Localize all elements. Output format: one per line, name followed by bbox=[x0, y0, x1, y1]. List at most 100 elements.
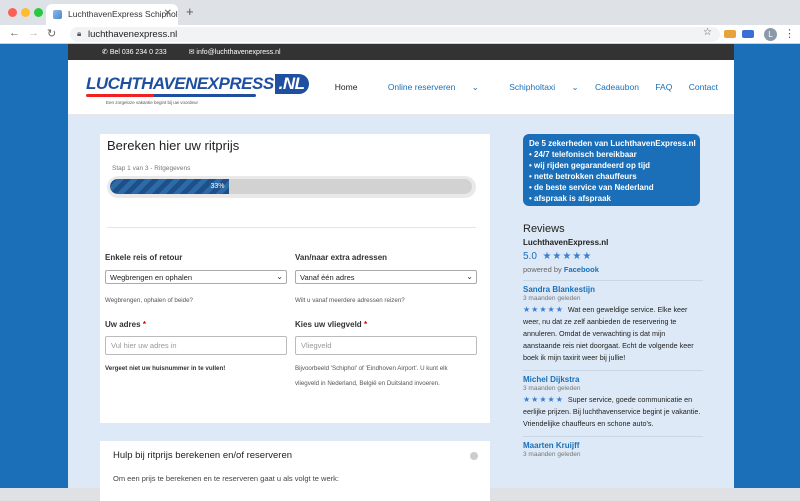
bookmark-star-icon[interactable]: ☆ bbox=[703, 27, 712, 38]
tab-close-icon[interactable]: ✕ bbox=[164, 8, 172, 19]
your-address-label: Uw adres * bbox=[105, 320, 146, 329]
reviewer-name[interactable]: Sandra Blankestijn bbox=[523, 285, 703, 294]
usp-item: • nette betrokken chauffeurs bbox=[529, 172, 637, 181]
rating-score: 5.0 bbox=[523, 251, 537, 262]
usp-item: • wij rijden gegarandeerd op tijd bbox=[529, 161, 651, 170]
logo-suffix: .NL bbox=[274, 74, 309, 94]
reload-icon[interactable]: ↻ bbox=[47, 27, 56, 40]
lock-icon: 🔒︎ bbox=[77, 29, 82, 38]
help-accordion[interactable]: Hulp bij ritprijs berekenen en/of reserv… bbox=[100, 441, 490, 501]
trip-type-select[interactable]: Wegbrengen en ophalen ⌄ bbox=[105, 270, 287, 284]
nav-online-reserveren[interactable]: Online reserveren ⌄ bbox=[374, 82, 479, 92]
reviews-company: LuchthavenExpress.nl bbox=[523, 238, 609, 247]
trip-type-label: Enkele reis of retour bbox=[105, 253, 183, 262]
airport-label-text: Kies uw vliegveld bbox=[295, 320, 362, 329]
reviewer-name[interactable]: Michel Dijkstra bbox=[523, 375, 703, 384]
browser-window: LuchthavenExpress Schiphol t ✕ + ← → ↻ 🔒… bbox=[0, 0, 800, 501]
address-bar[interactable]: 🔒︎ luchthavenexpress.nl ☆ bbox=[70, 27, 720, 42]
review-item: Maarten Kruijff 3 maanden geleden bbox=[523, 441, 703, 458]
progress-fill: 33% bbox=[110, 179, 230, 194]
trip-type-value: Wegbrengen en ophalen bbox=[110, 273, 193, 282]
usp-item: • de beste service van Nederland bbox=[529, 183, 654, 192]
email-link[interactable]: ✉ info@luchthavenexpress.nl bbox=[189, 49, 291, 56]
your-address-label-text: Uw adres bbox=[105, 320, 141, 329]
site-favicon-icon bbox=[53, 10, 62, 19]
site-header: LUCHTHAVENEXPRESS .NL Een zorgeloze vakan… bbox=[68, 60, 734, 115]
usp-item-text: wij rijden gegarandeerd op tijd bbox=[534, 161, 651, 170]
nav-label: Schipholtaxi bbox=[509, 82, 556, 92]
usp-item: • 24/7 telefonisch bereikbaar bbox=[529, 150, 637, 159]
your-address-input[interactable]: Vul hier uw adres in bbox=[105, 336, 287, 355]
select-caret-icon: ⌄ bbox=[466, 272, 473, 281]
powered-by: powered by Facebook bbox=[523, 265, 703, 274]
nav-schipholtaxi[interactable]: Schipholtaxi ⌄ bbox=[495, 82, 578, 92]
extension-icon[interactable] bbox=[724, 30, 736, 38]
maximize-window-icon[interactable] bbox=[34, 8, 43, 17]
usp-item: • afspraak is afspraak bbox=[529, 194, 611, 203]
page-content: Bereken hier uw ritprijs Stap 1 van 3 - … bbox=[68, 115, 734, 501]
form-step: Stap 1 van 3 - Ritgegevens bbox=[112, 165, 191, 172]
facebook-link[interactable]: Facebook bbox=[564, 265, 599, 274]
nav-label: Online reserveren bbox=[387, 82, 456, 92]
review-date: 3 maanden geleden bbox=[523, 295, 581, 302]
phone-link[interactable]: ✆ Bel 036 234 0 233 bbox=[102, 49, 177, 56]
divider bbox=[523, 280, 703, 281]
nav-home[interactable]: Home bbox=[335, 82, 358, 92]
chevron-down-icon: ⌄ bbox=[471, 82, 479, 92]
rating-summary: 5.0 ★★★★★ bbox=[523, 251, 703, 262]
star-rating-icon: ★★★★★ bbox=[523, 395, 564, 404]
help-title: Hulp bij ritprijs berekenen en/of reserv… bbox=[113, 450, 293, 461]
reviewer-name[interactable]: Maarten Kruijff bbox=[523, 441, 703, 450]
logo-tagline: Een zorgeloze vakantie begint bij uw voo… bbox=[106, 100, 199, 105]
url-text: luchthavenexpress.nl bbox=[88, 29, 178, 40]
usp-item-text: nette betrokken chauffeurs bbox=[534, 172, 637, 181]
forward-icon[interactable]: → bbox=[28, 27, 39, 39]
chevron-down-icon: ⌄ bbox=[571, 82, 579, 92]
extension-icon[interactable] bbox=[742, 30, 754, 38]
airport-input[interactable]: Vliegveld bbox=[295, 336, 477, 355]
your-address-hint: Vergeet niet uw huisnummer in te vullen! bbox=[105, 365, 226, 372]
profile-avatar[interactable]: L bbox=[764, 28, 777, 41]
star-rating-icon: ★★★★★ bbox=[523, 305, 564, 314]
nav-cadeaubon[interactable]: Cadeaubon bbox=[595, 82, 639, 92]
reviews-heading: Reviews bbox=[523, 223, 565, 235]
star-rating-icon: ★★★★★ bbox=[542, 251, 593, 262]
accordion-toggle-icon[interactable] bbox=[470, 452, 478, 460]
new-tab-icon[interactable]: + bbox=[186, 4, 194, 19]
back-icon[interactable]: ← bbox=[9, 27, 20, 39]
required-marker: * bbox=[363, 320, 368, 329]
airport-label: Kies uw vliegveld * bbox=[295, 320, 367, 329]
divider bbox=[523, 436, 703, 437]
usp-item-text: de beste service van Nederland bbox=[534, 183, 654, 192]
review-date: 3 maanden geleden bbox=[523, 385, 581, 392]
review-item: Michel Dijkstra 3 maanden geleden ★★★★★ … bbox=[523, 375, 703, 430]
nav-faq[interactable]: FAQ bbox=[655, 82, 672, 92]
browser-menu-icon[interactable]: ⋮ bbox=[784, 27, 795, 40]
usp-item-text: 24/7 telefonisch bereikbaar bbox=[534, 150, 637, 159]
nav-contact[interactable]: Contact bbox=[689, 82, 718, 92]
reviews-widget: Reviews LuchthavenExpress.nl 5.0 ★★★★★ p… bbox=[523, 223, 703, 458]
site-topbar: ✆ Bel 036 234 0 233 ✉ info@luchthavenexp… bbox=[68, 44, 734, 60]
review-item: Sandra Blankestijn 3 maanden geleden ★★★… bbox=[523, 285, 703, 364]
extra-address-select[interactable]: Vanaf één adres ⌄ bbox=[295, 270, 477, 284]
select-caret-icon: ⌄ bbox=[276, 272, 283, 281]
browser-tab[interactable]: LuchthavenExpress Schiphol t ✕ bbox=[46, 4, 178, 25]
browser-toolbar: ← → ↻ 🔒︎ luchthavenexpress.nl ☆ L ⋮ bbox=[0, 25, 800, 44]
email-text: info@luchthavenexpress.nl bbox=[196, 49, 281, 56]
close-window-icon[interactable] bbox=[8, 8, 17, 17]
main-nav: Home Online reserveren ⌄ Schipholtaxi ⌄ … bbox=[321, 82, 718, 93]
trip-type-hint: Wegbrengen, ophalen of beide? bbox=[105, 297, 193, 304]
review-date: 3 maanden geleden bbox=[523, 451, 581, 458]
extra-address-label: Van/naar extra adressen bbox=[295, 253, 388, 262]
site-logo[interactable]: LUCHTHAVENEXPRESS .NL Een zorgeloze vakan… bbox=[86, 74, 309, 105]
progress-bar: 33% bbox=[107, 176, 476, 198]
extra-address-hint: Wilt u vanaf meerdere adressen reizen? bbox=[295, 297, 405, 304]
minimize-window-icon[interactable] bbox=[21, 8, 30, 17]
usp-box: De 5 zekerheden van LuchthavenExpress.nl… bbox=[523, 134, 700, 206]
tab-title: LuchthavenExpress Schiphol t bbox=[68, 9, 178, 19]
divider bbox=[523, 370, 703, 371]
required-marker: * bbox=[142, 320, 146, 329]
help-text: Om een prijs te berekenen en te reserver… bbox=[113, 474, 339, 483]
usp-item-text: afspraak is afspraak bbox=[534, 194, 611, 203]
logo-swoosh bbox=[86, 94, 256, 97]
